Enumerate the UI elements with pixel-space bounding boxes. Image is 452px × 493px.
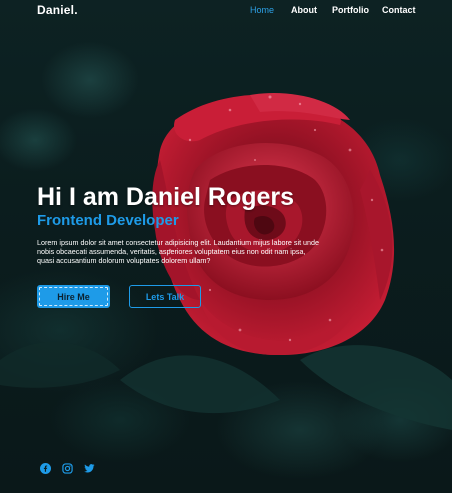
lets-talk-button[interactable]: Lets Talk: [129, 285, 201, 308]
nav-item-contact[interactable]: Contact: [382, 5, 416, 15]
hero-description: Lorem ipsum dolor sit amet consectetur a…: [37, 238, 320, 265]
navbar: Daniel. Home About Portfolio Contact: [0, 0, 452, 20]
hero-title: Hi I am Daniel Rogers: [37, 183, 295, 211]
instagram-icon[interactable]: [62, 461, 73, 474]
site-logo[interactable]: Daniel.: [37, 3, 78, 17]
logo-text: Daniel: [37, 3, 75, 17]
social-links: [40, 461, 95, 474]
hero-section: Hi I am Daniel Rogers Frontend Developer…: [37, 182, 327, 265]
hire-me-button[interactable]: Hire Me: [37, 285, 110, 308]
hero-subtitle: Frontend Developer: [37, 212, 179, 229]
facebook-icon[interactable]: [40, 461, 51, 474]
nav-item-portfolio[interactable]: Portfolio: [332, 5, 369, 15]
nav-item-home[interactable]: Home: [250, 5, 274, 15]
logo-dot: .: [74, 3, 78, 17]
twitter-icon[interactable]: [84, 461, 95, 473]
nav-item-about[interactable]: About: [291, 5, 317, 15]
